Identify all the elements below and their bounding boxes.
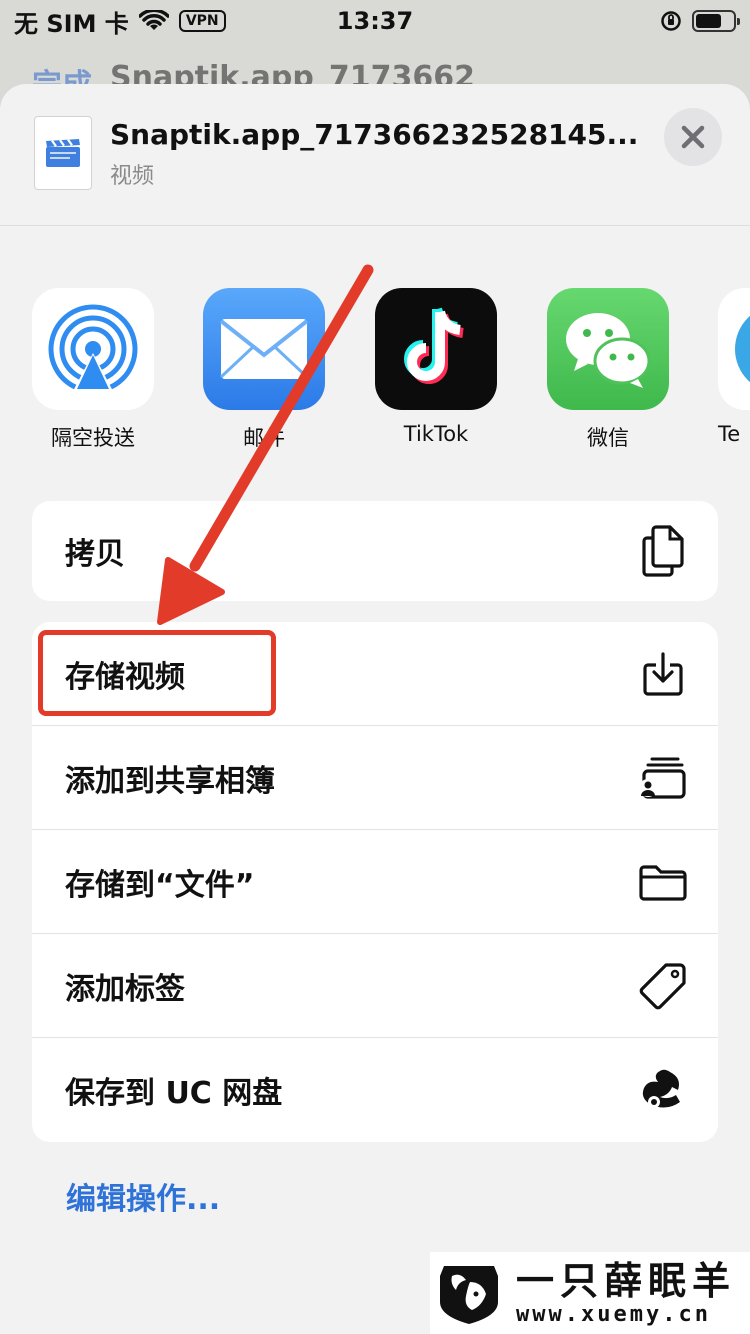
- tag-icon: [638, 961, 688, 1011]
- app-label: 隔空投送: [51, 426, 135, 450]
- annotation-highlight-box: [38, 630, 276, 716]
- action-save-to-files[interactable]: 存储到“文件”: [32, 830, 718, 934]
- wifi-icon: [138, 10, 169, 30]
- airdrop-icon: [32, 288, 154, 410]
- uc-squirrel-icon: [638, 1065, 688, 1115]
- app-label: 邮件: [243, 426, 285, 450]
- mail-icon: [203, 288, 325, 410]
- app-mail[interactable]: 邮件: [203, 288, 325, 452]
- app-label: TikTok: [403, 422, 469, 446]
- app-airdrop[interactable]: 隔空投送: [32, 288, 154, 452]
- action-label: 保存到 UC 网盘: [65, 1076, 283, 1111]
- watermark-url: www.xuemy.cn: [516, 1301, 711, 1327]
- action-label: 添加标签: [65, 971, 185, 1007]
- action-save-uc-drive[interactable]: 保存到 UC 网盘: [32, 1038, 718, 1142]
- action-add-tag[interactable]: 添加标签: [32, 934, 718, 1038]
- watermark: 一只薛眠羊 www.xuemy.cn: [430, 1252, 750, 1334]
- goat-logo-icon: [440, 1266, 498, 1324]
- copy-icon: [638, 525, 688, 577]
- edit-actions-link[interactable]: 编辑操作...: [66, 1174, 220, 1218]
- carrier-label: 无 SIM 卡: [14, 9, 129, 38]
- app-telegram[interactable]: Te: [718, 288, 750, 446]
- wechat-icon: [547, 288, 669, 410]
- action-label: 存储到“文件”: [65, 867, 255, 903]
- vpn-badge: VPN: [178, 10, 226, 32]
- status-left: 无 SIM 卡 VPN: [14, 4, 226, 39]
- battery-icon: [692, 10, 740, 32]
- app-label: Te: [718, 422, 741, 446]
- shared-album-icon: [638, 753, 688, 803]
- telegram-icon: [718, 288, 750, 410]
- close-x-icon: [681, 125, 705, 149]
- folder-icon: [638, 857, 688, 907]
- close-button[interactable]: [664, 108, 722, 166]
- app-label: 微信: [587, 426, 629, 450]
- status-right: [660, 10, 740, 32]
- tiktok-icon: [375, 288, 497, 410]
- action-label: 添加到共享相簿: [65, 763, 275, 799]
- action-copy[interactable]: 拷贝: [32, 501, 718, 601]
- file-name: Snaptik.app_717366232528145...: [110, 118, 639, 151]
- video-file-icon: [34, 116, 92, 190]
- status-bar: 无 SIM 卡 VPN 13:37: [0, 0, 750, 42]
- save-download-icon: [638, 649, 688, 699]
- action-add-shared-album[interactable]: 添加到共享相簿: [32, 726, 718, 830]
- action-label: 拷贝: [65, 537, 125, 572]
- app-share-row: 隔空投送 邮件 TikTok 微信 Te: [0, 288, 750, 458]
- file-type: 视频: [110, 164, 155, 189]
- app-tiktok[interactable]: TikTok: [375, 288, 497, 446]
- watermark-name: 一只薛眠羊: [516, 1258, 737, 1303]
- action-group-copy: 拷贝: [32, 501, 718, 601]
- app-wechat[interactable]: 微信: [547, 288, 669, 452]
- rotation-lock-icon: [661, 11, 681, 31]
- watermark-text: 一只薛眠羊 www.xuemy.cn: [516, 1260, 736, 1327]
- sheet-header: Snaptik.app_717366232528145... 视频: [0, 84, 750, 226]
